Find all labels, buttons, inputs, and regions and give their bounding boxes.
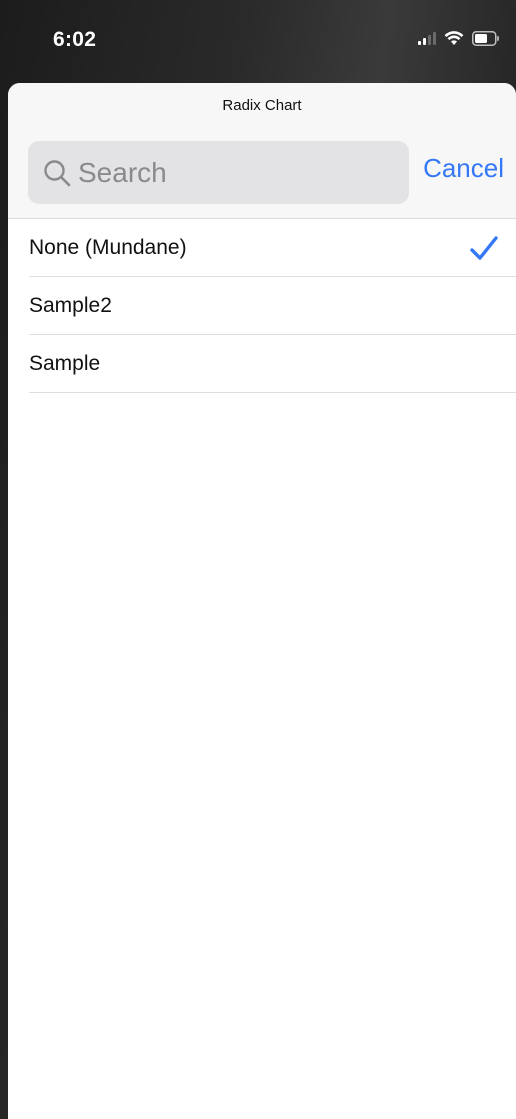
wifi-icon bbox=[444, 30, 464, 46]
list-item-sample2[interactable]: Sample2 bbox=[8, 277, 516, 335]
screen: 6:02 Radix Chart Search Cancel None (Mun… bbox=[0, 0, 516, 1119]
list-item-label: Sample bbox=[29, 352, 101, 375]
search-field[interactable] bbox=[28, 141, 409, 204]
radix-chart-list: None (Mundane) Sample2 Sample bbox=[8, 219, 516, 393]
cancel-button[interactable]: Cancel bbox=[423, 153, 504, 184]
search-icon bbox=[42, 158, 72, 188]
status-bar: 6:02 bbox=[0, 0, 516, 82]
list-item-label: Sample2 bbox=[29, 294, 112, 317]
battery-icon bbox=[472, 30, 500, 46]
status-icons bbox=[418, 30, 500, 46]
search-input[interactable] bbox=[78, 156, 398, 189]
checkmark-icon bbox=[470, 236, 498, 262]
list-item-label: None (Mundane) bbox=[29, 236, 187, 259]
sheet-header: Radix Chart Cancel bbox=[8, 83, 516, 219]
status-time: 6:02 bbox=[53, 28, 97, 51]
list-item-sample[interactable]: Sample bbox=[8, 335, 516, 393]
signal-icon bbox=[418, 31, 436, 45]
sheet-title: Radix Chart bbox=[222, 97, 302, 114]
radix-chart-sheet: Radix Chart Cancel None (Mundane) bbox=[8, 83, 516, 1119]
list-item-none-mundane[interactable]: None (Mundane) bbox=[8, 219, 516, 277]
